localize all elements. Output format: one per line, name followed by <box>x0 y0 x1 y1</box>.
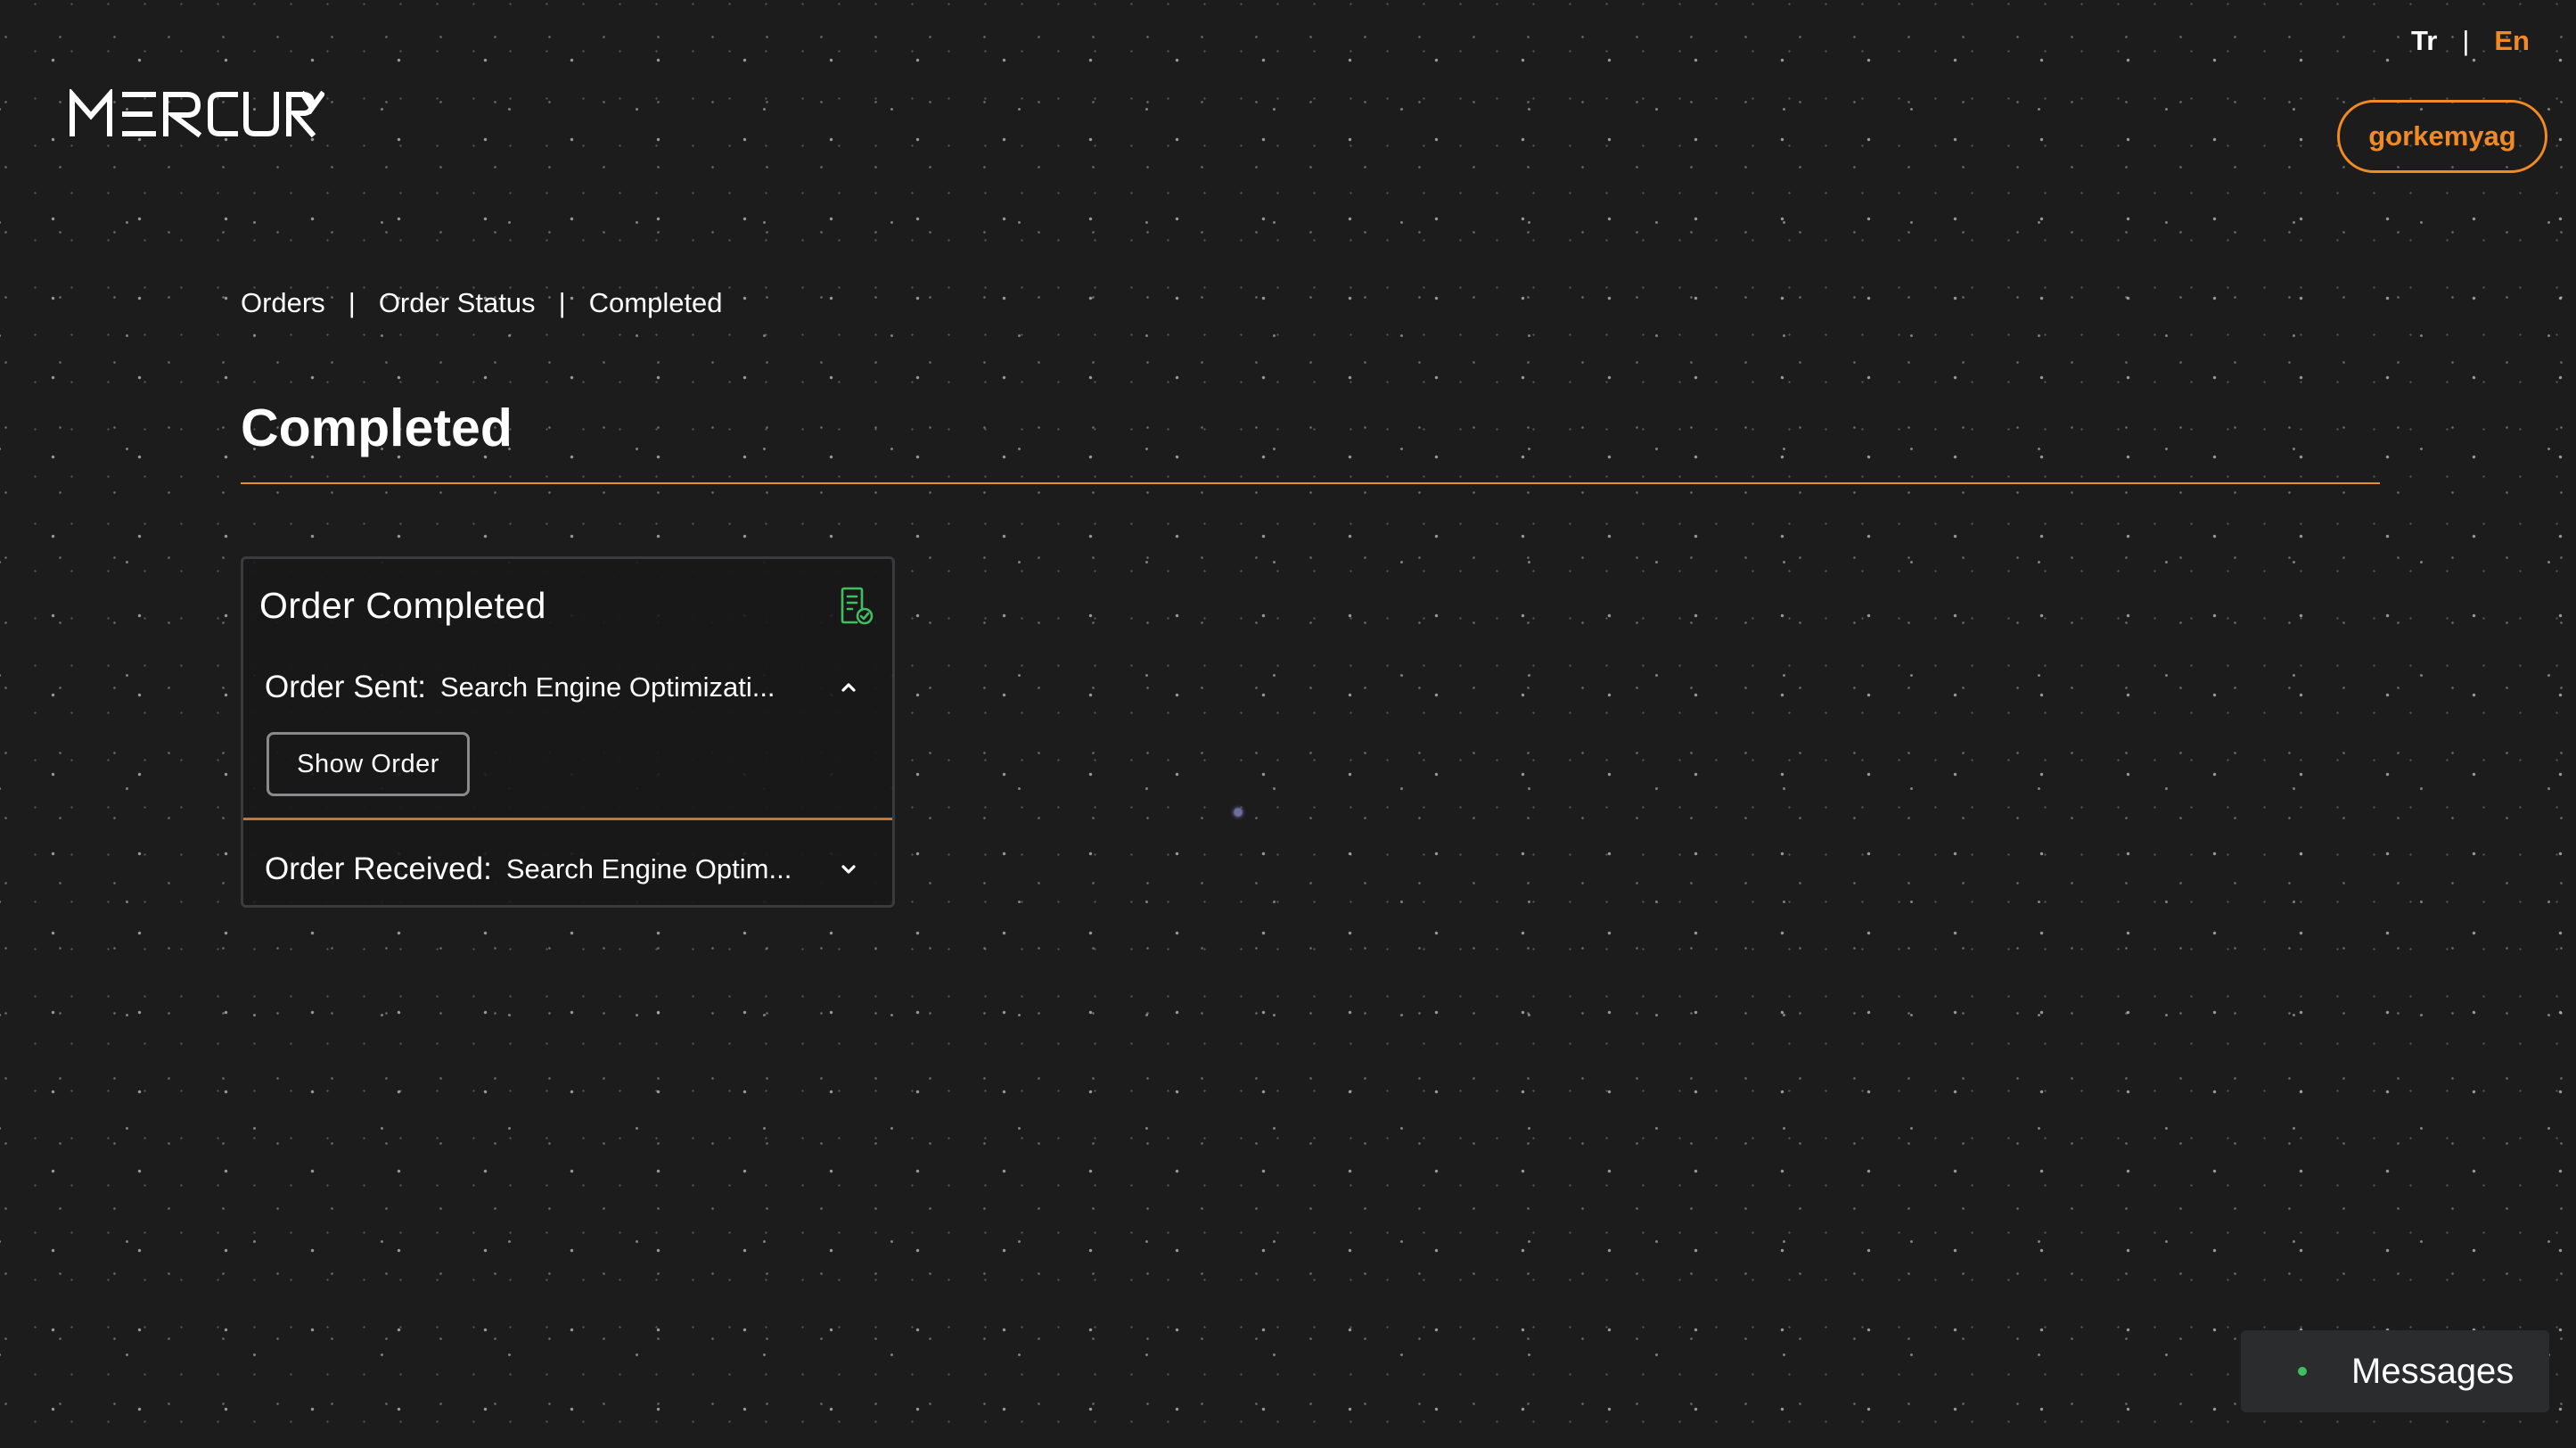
lang-en-link[interactable]: En <box>2494 25 2530 57</box>
page-title: Completed <box>241 399 513 457</box>
lang-separator: | <box>2462 25 2470 56</box>
breadcrumb: Orders | Order Status | Completed <box>241 287 723 319</box>
order-received-label: Order Received: <box>265 852 492 886</box>
order-card: Order Completed Order Sent: Search Engin… <box>241 556 895 908</box>
breadcrumb-orders[interactable]: Orders <box>241 287 325 319</box>
chevron-up-icon[interactable] <box>839 678 858 697</box>
breadcrumb-completed[interactable]: Completed <box>589 287 723 319</box>
chevron-down-icon[interactable] <box>839 860 858 879</box>
breadcrumb-separator: | <box>558 287 566 318</box>
order-card-header: Order Completed <box>259 579 874 632</box>
order-sent-label: Order Sent: <box>265 670 426 704</box>
order-sent-accordion[interactable]: Order Sent: Search Engine Optimizati... <box>265 661 871 714</box>
order-sent-value: Search Engine Optimizati... <box>439 671 775 703</box>
title-divider <box>241 482 2380 484</box>
background-glow-dot <box>1230 804 1246 820</box>
user-account-button[interactable]: gorkemyag <box>2337 100 2547 173</box>
order-card-title: Order Completed <box>259 584 546 626</box>
mercury-logo[interactable] <box>70 87 326 139</box>
messages-label: Messages <box>2351 1351 2514 1391</box>
order-received-accordion[interactable]: Order Received: Search Engine Optim... <box>265 843 871 896</box>
mercury-logo-wordmark <box>70 87 326 138</box>
document-check-icon <box>841 587 874 625</box>
breadcrumb-order-status[interactable]: Order Status <box>379 287 536 319</box>
order-received-value: Search Engine Optim... <box>505 853 792 884</box>
messages-widget-button[interactable]: Messages <box>2241 1330 2549 1412</box>
show-order-button[interactable]: Show Order <box>267 732 470 796</box>
language-switcher: Tr | En <box>2411 25 2530 57</box>
lang-tr-link[interactable]: Tr <box>2411 25 2437 57</box>
online-status-dot <box>2298 1367 2307 1376</box>
breadcrumb-separator: | <box>348 287 356 318</box>
card-section-divider <box>243 818 892 820</box>
